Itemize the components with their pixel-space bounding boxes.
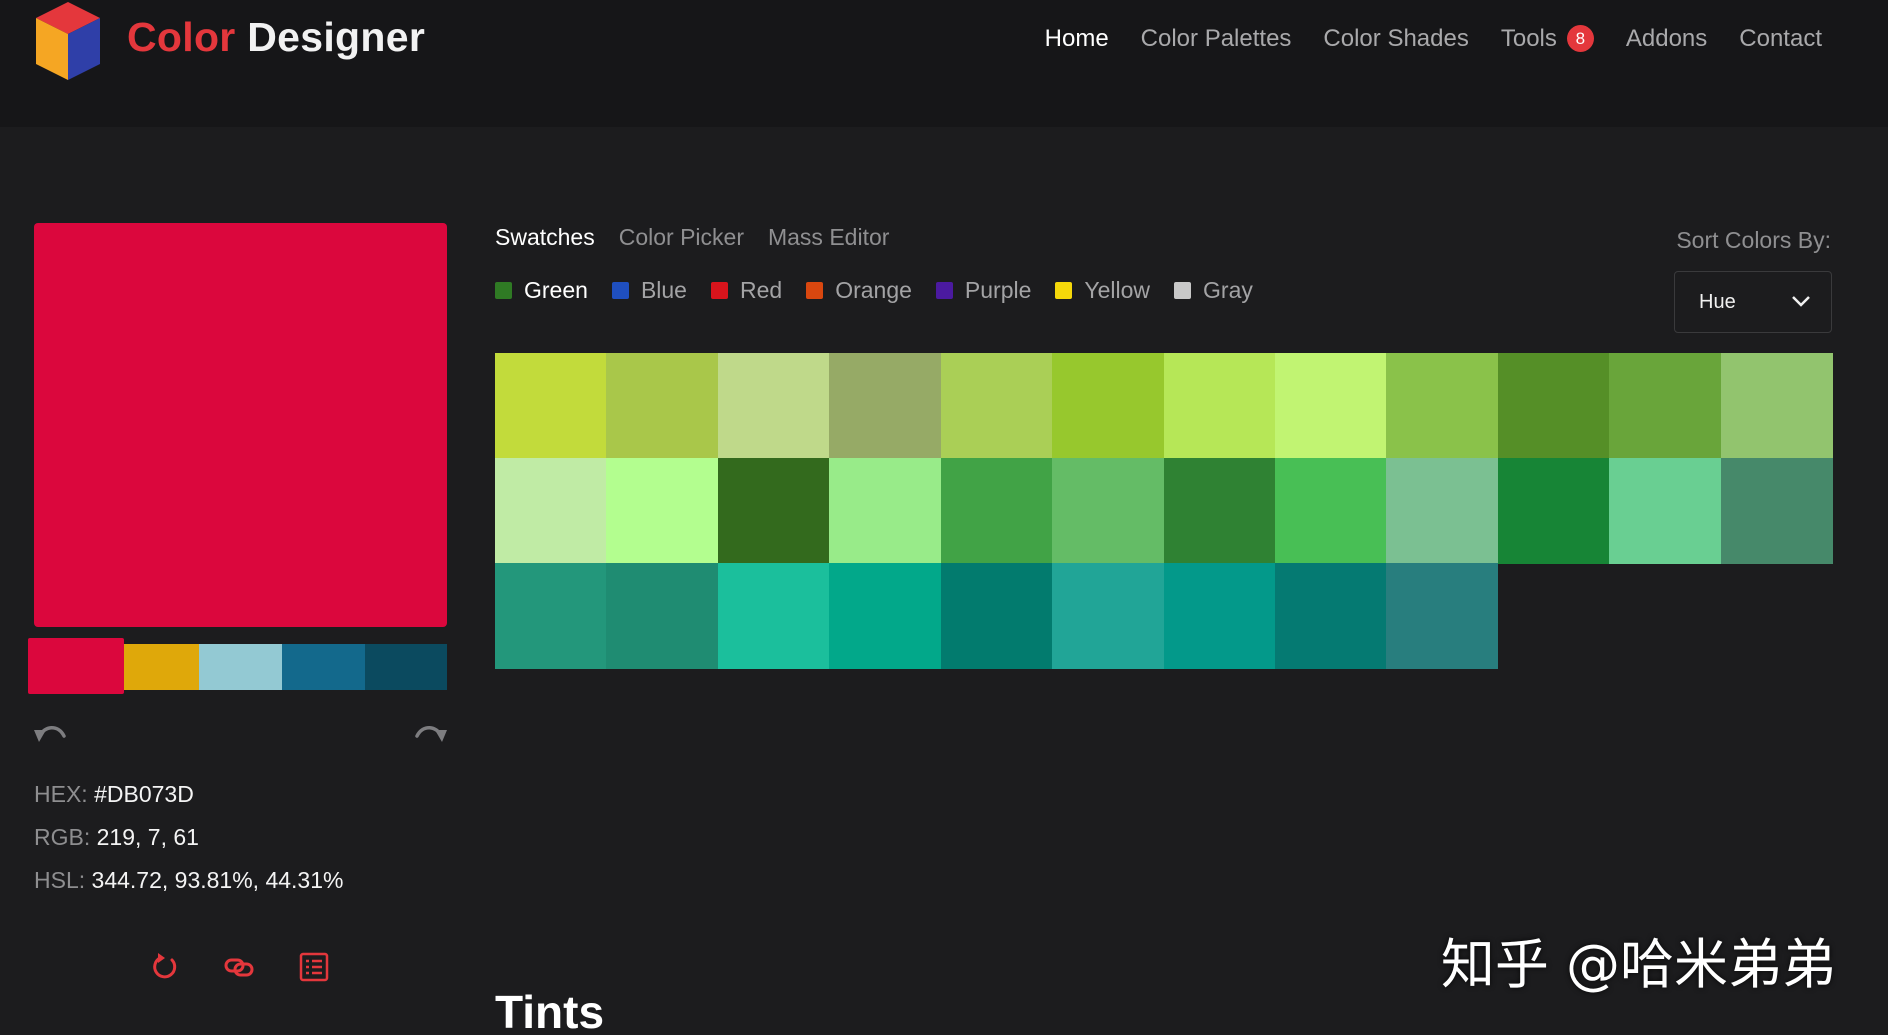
nav-contact[interactable]: Contact: [1739, 24, 1822, 54]
swatch-cell[interactable]: [717, 563, 830, 669]
swatch-cell[interactable]: [940, 563, 1053, 669]
rgb-label: RGB:: [34, 824, 91, 850]
filter-label: Orange: [835, 277, 912, 303]
swatch-cell[interactable]: [495, 458, 608, 564]
swatch-cell[interactable]: [606, 563, 719, 669]
swatch-cell[interactable]: [1386, 458, 1499, 564]
swatch-cell[interactable]: [1609, 458, 1722, 564]
swatch-cell[interactable]: [1497, 353, 1610, 459]
list-icon[interactable]: [299, 952, 329, 982]
palette-strip: [28, 638, 447, 694]
nav-color-palettes[interactable]: Color Palettes: [1141, 24, 1292, 54]
filter-label: Red: [739, 277, 783, 303]
swatch-cell[interactable]: [1163, 458, 1276, 564]
swatch-cell[interactable]: [1274, 353, 1387, 459]
tab-color-picker[interactable]: Color Picker: [619, 224, 744, 251]
filter-yellow[interactable]: Yellow: [1055, 277, 1150, 304]
cube-logo-icon[interactable]: [30, 0, 106, 82]
swatch-cell[interactable]: [1052, 563, 1165, 669]
filter-orange[interactable]: Orange: [806, 277, 912, 304]
filter-purple[interactable]: Purple: [935, 277, 1032, 304]
hsl-value[interactable]: 344.72, 93.81%, 44.31%: [92, 867, 344, 893]
hex-value-line: HEX: #DB073D: [34, 781, 194, 808]
swatch-cell[interactable]: [1609, 353, 1722, 459]
sort-value: Hue: [1699, 291, 1736, 313]
swatch-cell[interactable]: [1386, 563, 1499, 669]
palette-color-4[interactable]: [282, 644, 365, 690]
gray-dot-icon: [1174, 282, 1192, 299]
hsl-label: HSL:: [34, 867, 86, 893]
mode-tabs: Swatches Color Picker Mass Editor: [495, 224, 889, 251]
rgb-value[interactable]: 219, 7, 61: [97, 824, 199, 850]
watermark: 知乎 @哈米弟弟: [1440, 933, 1836, 996]
filter-green[interactable]: Green: [495, 277, 588, 304]
filter-red[interactable]: Red: [710, 277, 783, 304]
red-dot-icon: [710, 282, 728, 299]
palette-color-2[interactable]: [124, 644, 199, 690]
chevron-down-icon: [1792, 296, 1810, 307]
swatch-cell[interactable]: [1052, 353, 1165, 459]
filter-label: Green: [524, 277, 588, 303]
swatch-cell[interactable]: [829, 353, 942, 459]
filter-gray[interactable]: Gray: [1174, 277, 1253, 304]
hsl-value-line: HSL: 344.72, 93.81%, 44.31%: [34, 867, 343, 894]
filter-label: Gray: [1203, 277, 1253, 303]
sort-label: Sort Colors By:: [1676, 227, 1831, 253]
palette-color-3[interactable]: [199, 644, 282, 690]
palette-color-5[interactable]: [365, 644, 447, 690]
palette-color-1[interactable]: [28, 638, 124, 694]
tools-count-badge: 8: [1566, 25, 1594, 52]
swatch-cell[interactable]: [1163, 563, 1276, 669]
redo-icon[interactable]: [413, 722, 447, 746]
swatch-cell[interactable]: [940, 353, 1053, 459]
purple-dot-icon: [935, 282, 953, 299]
swatch-cell[interactable]: [829, 458, 942, 564]
link-icon[interactable]: [224, 952, 254, 982]
brand-part-designer: Designer: [247, 14, 426, 60]
selected-color-preview[interactable]: [34, 223, 447, 627]
swatch-cell[interactable]: [1720, 458, 1833, 564]
swatch-cell[interactable]: [1274, 563, 1387, 669]
nav-home[interactable]: Home: [1045, 24, 1109, 54]
swatch-cell[interactable]: [1052, 458, 1165, 564]
main-nav: Home Color Palettes Color Shades Tools 8 …: [1045, 24, 1822, 54]
tints-heading: Tints: [495, 986, 605, 1035]
undo-icon[interactable]: [34, 722, 68, 746]
filter-label: Purple: [964, 277, 1032, 303]
nav-tools[interactable]: Tools 8: [1501, 24, 1594, 54]
swatch-cell[interactable]: [1720, 353, 1833, 459]
swatch-cell[interactable]: [1386, 353, 1499, 459]
tab-mass-editor[interactable]: Mass Editor: [768, 224, 889, 251]
hex-label: HEX:: [34, 781, 88, 807]
nav-addons[interactable]: Addons: [1626, 24, 1707, 54]
swatch-cell[interactable]: [1274, 458, 1387, 564]
refresh-icon[interactable]: [150, 952, 180, 982]
orange-dot-icon: [806, 282, 824, 299]
swatch-cell[interactable]: [829, 563, 942, 669]
yellow-dot-icon: [1055, 282, 1073, 299]
swatch-cell[interactable]: [717, 458, 830, 564]
green-dot-icon: [495, 282, 512, 299]
nav-color-shades[interactable]: Color Shades: [1323, 24, 1468, 54]
swatch-cell[interactable]: [495, 353, 608, 459]
brand-name[interactable]: Color Designer: [127, 14, 425, 61]
swatch-cell[interactable]: [606, 458, 719, 564]
swatch-cell[interactable]: [940, 458, 1053, 564]
swatch-cell[interactable]: [1163, 353, 1276, 459]
color-family-filters: Green Blue Red Orange Purple Yellow Gray: [495, 277, 1253, 304]
swatch-cell[interactable]: [606, 353, 719, 459]
filter-blue[interactable]: Blue: [611, 277, 687, 304]
swatch-cell[interactable]: [1497, 458, 1610, 564]
rgb-value-line: RGB: 219, 7, 61: [34, 824, 199, 851]
swatch-cell[interactable]: [717, 353, 830, 459]
hex-value[interactable]: #DB073D: [94, 781, 194, 807]
brand-part-color: Color: [127, 14, 236, 60]
top-navbar: Color Designer Home Color Palettes Color…: [0, 0, 1888, 127]
tab-swatches[interactable]: Swatches: [495, 224, 595, 251]
filter-label: Blue: [640, 277, 687, 303]
blue-dot-icon: [611, 282, 629, 299]
sort-select[interactable]: Hue: [1674, 271, 1832, 333]
swatch-cell[interactable]: [495, 563, 608, 669]
filter-label: Yellow: [1084, 277, 1151, 303]
